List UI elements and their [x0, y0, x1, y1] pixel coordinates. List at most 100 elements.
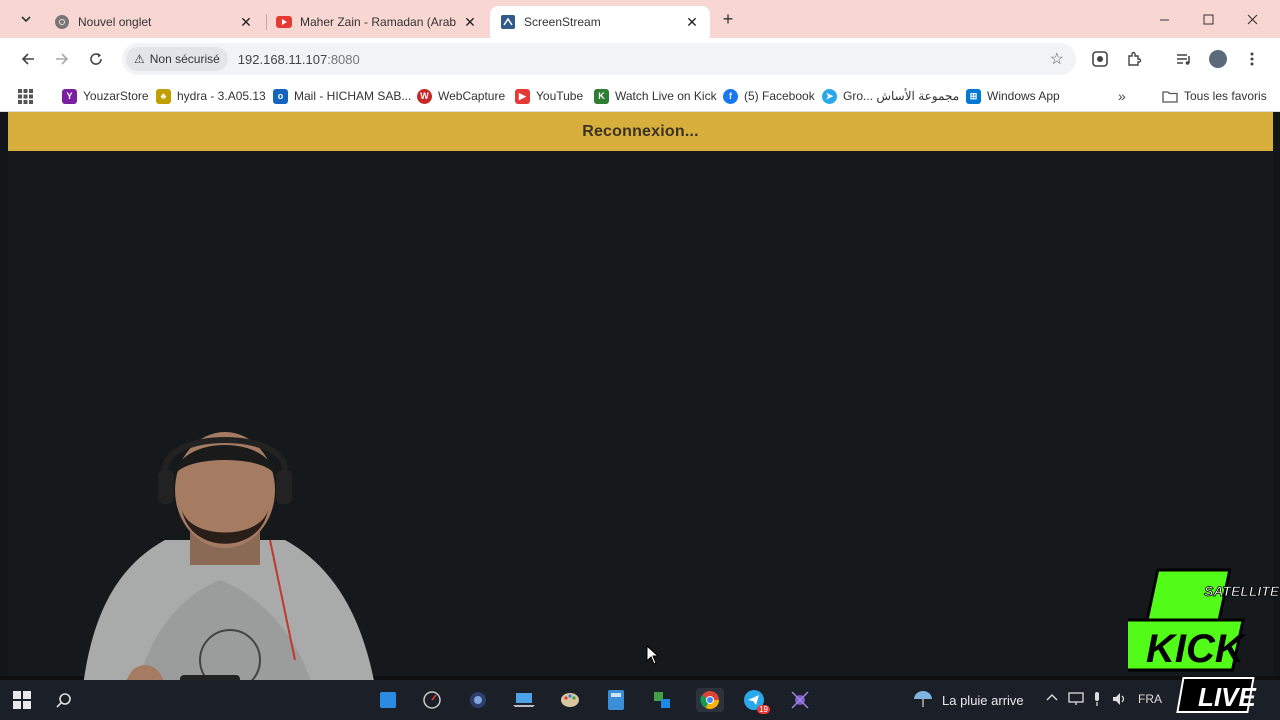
all-bookmarks-label: Tous les favoris — [1184, 89, 1267, 103]
tab-title: Nouvel onglet — [78, 15, 152, 29]
microphone-icon[interactable] — [1092, 692, 1102, 709]
close-window-button[interactable] — [1230, 0, 1274, 38]
maximize-icon — [1203, 14, 1213, 24]
tab-close-icon[interactable]: ✕ — [462, 14, 478, 31]
tab-close-icon[interactable]: ✕ — [238, 14, 254, 31]
search-button[interactable] — [52, 688, 76, 712]
forward-button[interactable] — [48, 46, 76, 72]
bookmark-mail[interactable]: o Mail - HICHAM SAB... — [273, 86, 411, 106]
folder-icon — [1162, 90, 1178, 103]
url-text[interactable]: 192.168.11.107:8080 — [238, 52, 360, 67]
security-chip[interactable]: ⚠ Non sécurisé — [126, 47, 228, 71]
tab-close-icon[interactable]: ✕ — [684, 14, 700, 31]
bookmark-webcapture[interactable]: W WebCapture — [417, 86, 505, 106]
webcam-overlay — [80, 432, 380, 720]
back-arrow-icon — [21, 53, 34, 65]
banner-text: Reconnexion... — [582, 122, 699, 140]
bookmark-kick[interactable]: K Watch Live on Kick — [594, 86, 717, 106]
minimize-button[interactable] — [1142, 0, 1186, 38]
camera-app-icon[interactable] — [466, 688, 490, 712]
bookmark-hydra[interactable]: ♣ hydra - 3.A05.13 — [156, 86, 266, 106]
start-button[interactable] — [10, 688, 34, 712]
bookmark-label: (5) Facebook — [744, 89, 815, 103]
weather-widget[interactable]: La pluie arrive — [912, 690, 1024, 710]
tab-strip: Nouvel onglet ✕ Maher Zain - Ramadan (Ar… — [0, 0, 1280, 38]
volume-icon[interactable] — [1112, 692, 1128, 709]
kick-live-logo: SATELLITE KICK LIVE — [1128, 568, 1280, 713]
menu-kebab-icon[interactable] — [1240, 47, 1264, 71]
satellite-app-icon[interactable] — [788, 688, 812, 712]
youtube-icon: ▶ — [515, 88, 530, 104]
address-bar[interactable]: ⚠ Non sécurisé 192.168.11.107:8080 ☆ — [122, 43, 1076, 75]
logo-top-text: SATELLITE — [1204, 583, 1280, 599]
tab-youtube[interactable]: Maher Zain - Ramadan (Arabic) ✕ — [266, 6, 488, 38]
yahoo-icon: Y — [62, 88, 77, 104]
taskbar: 19 La pluie arrive FRA — [0, 680, 1280, 720]
browser-toolbar: ⚠ Non sécurisé 192.168.11.107:8080 ☆ — [0, 38, 1280, 80]
umbrella-rain-icon — [914, 691, 932, 707]
weather-text: La pluie arrive — [942, 692, 1024, 708]
all-bookmarks-folder[interactable]: Tous les favoris — [1162, 86, 1267, 106]
desktop: Nouvel onglet ✕ Maher Zain - Ramadan (Ar… — [0, 0, 1280, 720]
screenshot-extension-icon[interactable] — [1088, 47, 1112, 71]
chrome-taskbar-icon[interactable] — [696, 688, 724, 712]
laptop-app-icon[interactable] — [512, 688, 536, 712]
back-button[interactable] — [14, 46, 42, 72]
notification-badge: 19 — [757, 705, 770, 714]
minimize-icon — [1159, 19, 1169, 20]
telegram-taskbar-icon[interactable]: 19 — [742, 688, 770, 714]
more-bookmarks-chevron-icon[interactable]: » — [1118, 86, 1126, 106]
apps-grid-icon[interactable] — [18, 86, 33, 106]
media-control-icon[interactable] — [1172, 47, 1196, 71]
bookmark-star-icon[interactable]: ☆ — [1050, 49, 1064, 69]
windows-icon: ⊞ — [966, 88, 981, 104]
facebook-icon: f — [723, 88, 738, 104]
taskbar-app-icon[interactable] — [376, 688, 400, 712]
reload-icon — [90, 53, 102, 65]
bookmark-windows-app[interactable]: ⊞ Windows App — [966, 86, 1060, 106]
bookmark-label: hydra - 3.A05.13 — [177, 89, 266, 103]
windows-start-icon — [13, 691, 31, 709]
security-label: Non sécurisé — [149, 52, 220, 66]
network-icon[interactable] — [1068, 692, 1084, 709]
hydra-icon: ♣ — [156, 88, 171, 104]
bookmark-label: Windows App — [987, 89, 1060, 103]
tab-screenstream[interactable]: ScreenStream ✕ — [490, 6, 710, 38]
extensions-icon[interactable] — [1122, 47, 1146, 71]
bookmark-label: WebCapture — [438, 89, 506, 103]
url-host: 192.168.11.107 — [237, 51, 328, 67]
bookmark-youzarstore[interactable]: Y YouzarStore — [62, 86, 149, 106]
close-icon — [1247, 14, 1257, 24]
bookmark-facebook[interactable]: f (5) Facebook — [723, 86, 815, 106]
profile-avatar[interactable] — [1206, 47, 1230, 71]
tab-title: Maher Zain - Ramadan (Arabic) — [300, 15, 456, 29]
chrome-icon — [54, 14, 70, 30]
reload-button[interactable] — [82, 46, 110, 72]
calculator-app-icon[interactable] — [604, 688, 628, 712]
network-app-icon[interactable] — [650, 688, 674, 712]
tab-new-tab[interactable]: Nouvel onglet ✕ — [44, 6, 264, 38]
bookmark-label: YouTube — [536, 89, 584, 103]
bookmark-label: Gro... مجموعة الأساش — [843, 89, 960, 103]
tab-search-button[interactable] — [12, 7, 40, 31]
forward-arrow-icon — [56, 53, 69, 65]
speedometer-app-icon[interactable] — [420, 688, 444, 712]
webcapture-icon: W — [417, 88, 432, 104]
logo-live-text: LIVE — [1198, 682, 1256, 712]
mouse-cursor-icon — [646, 645, 660, 665]
bookmark-label: YouzarStore — [83, 89, 149, 103]
bookmark-telegram-group[interactable]: ➤ Gro... مجموعة الأساش — [822, 86, 959, 106]
new-tab-button[interactable]: + — [716, 8, 740, 30]
kick-icon: K — [594, 88, 609, 104]
youtube-icon — [276, 14, 292, 30]
paint-app-icon[interactable] — [558, 688, 582, 712]
bookmark-youtube[interactable]: ▶ YouTube — [515, 86, 583, 106]
reconnect-banner: Reconnexion... — [8, 112, 1273, 151]
url-port: :8080 — [327, 51, 360, 67]
chevron-down-icon — [21, 16, 31, 23]
maximize-button[interactable] — [1186, 0, 1230, 38]
bookmark-label: Watch Live on Kick — [615, 89, 717, 103]
avatar — [1209, 50, 1227, 68]
tray-chevron-up-icon[interactable] — [1046, 692, 1058, 707]
telegram-icon: ➤ — [822, 88, 837, 104]
